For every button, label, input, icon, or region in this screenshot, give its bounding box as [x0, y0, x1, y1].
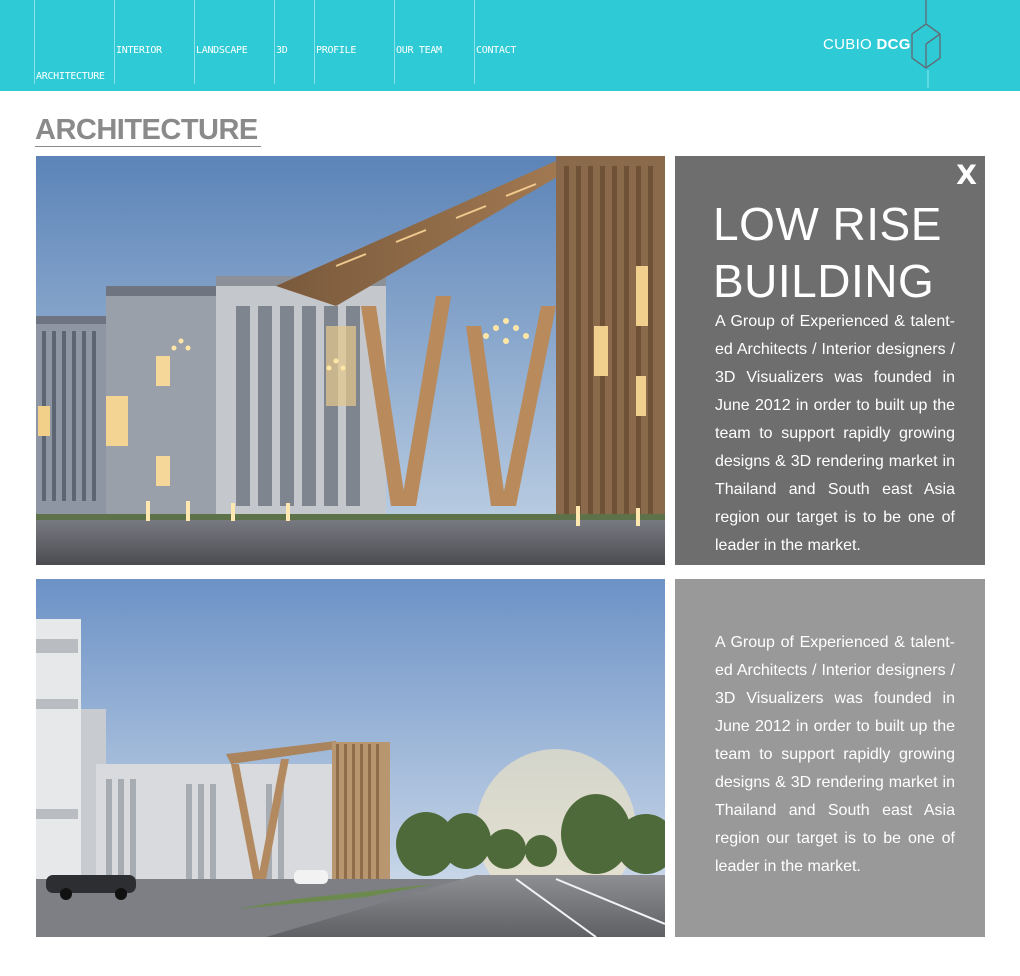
nav-item-label: CONTACT: [476, 45, 517, 56]
project-image-day-render[interactable]: [36, 579, 665, 937]
building-day-render-image: [36, 579, 665, 937]
nav-item-contact[interactable]: CONTACT: [474, 0, 555, 84]
project-info-panel: X LOW RISE BUILDING A Group of Experienc…: [675, 156, 985, 565]
close-button[interactable]: X: [956, 160, 977, 192]
nav-item-label: INTERIOR: [116, 45, 162, 56]
nav-item-interior[interactable]: INTERIOR: [114, 0, 195, 84]
nav-item-architecture[interactable]: ARCHITECTURE: [34, 0, 115, 84]
nav-item-profile[interactable]: PROFILE: [314, 0, 395, 84]
nav-item-label: 3D: [276, 45, 288, 56]
cube-logo-icon: [911, 0, 941, 88]
project-title: LOW RISE BUILDING: [713, 196, 942, 310]
project-description: A Group of Experienced & talent-ed Archi…: [715, 313, 955, 554]
nav-item-label: LANDSCAPE: [196, 45, 248, 56]
nav-item-3d[interactable]: 3D: [274, 0, 315, 84]
nav-item-label: PROFILE: [316, 45, 357, 56]
brand-name[interactable]: CUBIO DCG: [823, 36, 911, 53]
nav-item-landscape[interactable]: LANDSCAPE: [194, 0, 275, 84]
nav-item-label: ARCHITECTURE: [36, 71, 105, 82]
project-image-night-render[interactable]: [36, 156, 665, 565]
brand-name-regular: CUBIO: [823, 36, 873, 53]
top-nav-bar: ARCHITECTURE INTERIOR LANDSCAPE 3D PROFI…: [0, 0, 1020, 91]
project-info-panel-secondary: A Group of Experienced & talent-ed Archi…: [675, 579, 985, 937]
nav-item-our-team[interactable]: OUR TEAM: [394, 0, 475, 84]
project-title-line: BUILDING: [713, 255, 935, 307]
building-night-render-image: [36, 156, 665, 565]
page-title: ARCHITECTURE: [35, 112, 261, 147]
project-description: A Group of Experienced & talent-ed Archi…: [715, 634, 955, 875]
nav-item-label: OUR TEAM: [396, 45, 442, 56]
project-title-line: LOW RISE: [713, 198, 942, 250]
